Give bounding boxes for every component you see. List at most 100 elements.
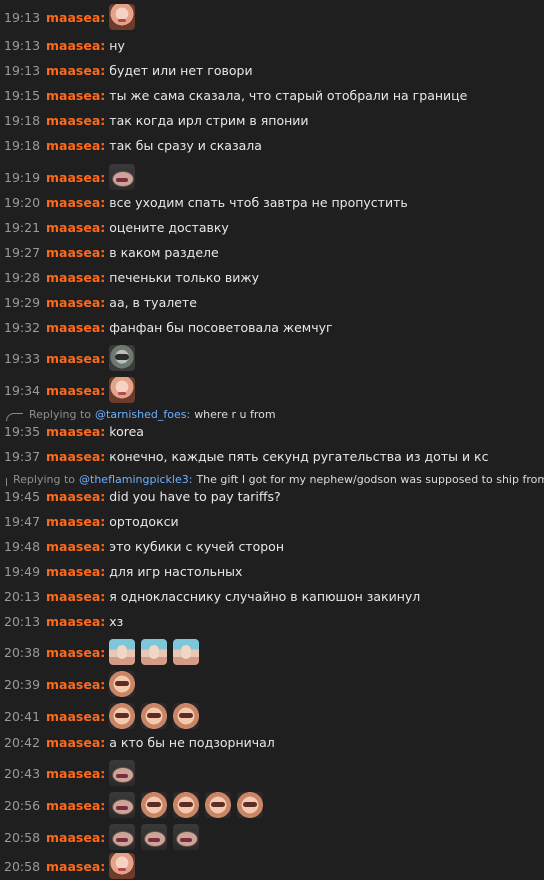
message-text: печеньки только вижу <box>109 269 260 285</box>
chat-message: 20:58 maasea: <box>0 852 544 880</box>
username[interactable]: maasea <box>46 170 100 185</box>
reply-context[interactable]: Replying to @theflamingpickle3: The gift I… <box>0 472 544 486</box>
username[interactable]: maasea <box>46 63 100 78</box>
username-colon: : <box>100 37 106 53</box>
frog-emote-icon[interactable] <box>173 824 200 850</box>
username[interactable]: maasea <box>46 270 100 285</box>
username[interactable]: maasea <box>46 383 100 398</box>
username[interactable]: maasea <box>46 614 100 629</box>
hands-emote-icon[interactable] <box>237 792 264 818</box>
message-timestamp: 19:37 <box>4 448 41 464</box>
username[interactable]: maasea <box>46 489 100 504</box>
message-text: будет или нет говори <box>109 62 253 78</box>
username[interactable]: maasea <box>46 113 100 128</box>
frog-emote-icon[interactable] <box>109 792 136 818</box>
message-timestamp: 19:18 <box>4 112 41 128</box>
hands-emote-icon[interactable] <box>173 792 200 818</box>
chat-message: 19:32 maasea: фанфан бы посоветовала жемчу… <box>0 318 544 336</box>
username-colon: : <box>100 294 106 310</box>
username[interactable]: maasea <box>46 830 100 845</box>
message-timestamp: 20:56 <box>4 797 41 813</box>
face-emote-icon[interactable] <box>109 377 136 403</box>
message-text: korea <box>109 423 144 439</box>
username[interactable]: maasea <box>46 766 100 781</box>
frog-emote-icon[interactable] <box>109 824 136 850</box>
username[interactable]: maasea <box>46 859 100 874</box>
username[interactable]: maasea <box>46 351 100 366</box>
message-timestamp: 19:15 <box>4 87 41 103</box>
username[interactable]: maasea <box>46 38 100 53</box>
portrait-emote-icon[interactable] <box>141 639 168 665</box>
message-text: это кубики с кучей сторон <box>109 538 284 554</box>
chat-message: 20:58 maasea: <box>0 823 544 851</box>
chat-log: 19:13 maasea:19:13 maasea: ну 19:13 maasea: бу… <box>0 0 544 880</box>
message-timestamp: 19:49 <box>4 563 41 579</box>
username-colon: : <box>100 137 106 153</box>
portrait-emote-icon[interactable] <box>173 639 200 665</box>
chat-message: 19:21 maasea: оцените доставку <box>0 218 544 236</box>
username-colon: : <box>100 708 106 724</box>
message-timestamp: 19:21 <box>4 219 41 235</box>
username-colon: : <box>100 613 106 629</box>
chat-message: 19:13 maasea: ну <box>0 36 544 54</box>
message-timestamp: 19:33 <box>4 350 41 366</box>
message-text: оцените доставку <box>109 219 229 235</box>
username[interactable]: maasea <box>46 245 100 260</box>
hands-emote-icon[interactable] <box>109 703 136 729</box>
username-colon: : <box>100 734 106 750</box>
frog-emote-icon[interactable] <box>109 760 136 786</box>
hands-emote-icon[interactable] <box>109 671 136 697</box>
chat-message: 19:45 maasea: did you have to pay tariffs? <box>0 487 544 505</box>
reply-mention[interactable]: @tarnished_foes: <box>95 408 190 421</box>
username[interactable]: maasea <box>46 195 100 210</box>
alien-emote-icon[interactable] <box>109 345 136 371</box>
frog-emote-icon[interactable] <box>109 164 136 190</box>
username[interactable]: maasea <box>46 295 100 310</box>
username[interactable]: maasea <box>46 138 100 153</box>
username[interactable]: maasea <box>46 10 100 25</box>
hands-emote-icon[interactable] <box>141 703 168 729</box>
username[interactable]: maasea <box>46 677 100 692</box>
username[interactable]: maasea <box>46 564 100 579</box>
message-timestamp: 19:27 <box>4 244 41 260</box>
message-text: конечно, каждые пять секунд ругательства… <box>109 448 489 464</box>
username[interactable]: maasea <box>46 539 100 554</box>
message-text: did you have to pay tariffs? <box>109 488 281 504</box>
hands-emote-icon[interactable] <box>205 792 232 818</box>
reply-mention[interactable]: @theflamingpickle3: <box>79 473 192 486</box>
username-colon: : <box>100 765 106 781</box>
username[interactable]: maasea <box>46 320 100 335</box>
username[interactable]: maasea <box>46 798 100 813</box>
hands-emote-icon[interactable] <box>141 792 168 818</box>
reply-arrow-icon <box>6 412 23 421</box>
username[interactable]: maasea <box>46 88 100 103</box>
face-emote-icon[interactable] <box>109 853 136 879</box>
username[interactable]: maasea <box>46 735 100 750</box>
message-timestamp: 20:58 <box>4 858 41 874</box>
message-text: ортодокси <box>109 513 179 529</box>
chat-message: 20:56 maasea: <box>0 791 544 819</box>
username[interactable]: maasea <box>46 589 100 604</box>
chat-message: 19:13 maasea: <box>0 3 544 31</box>
username-colon: : <box>100 319 106 335</box>
chat-message: 19:29 maasea: аа, в туалете <box>0 293 544 311</box>
username[interactable]: maasea <box>46 449 100 464</box>
username[interactable]: maasea <box>46 424 100 439</box>
reply-context[interactable]: Replying to @tarnished_foes: where r u fro… <box>0 407 544 421</box>
username-colon: : <box>100 488 106 504</box>
message-text: хз <box>109 613 124 629</box>
face-emote-icon[interactable] <box>109 4 136 30</box>
username[interactable]: maasea <box>46 709 100 724</box>
message-timestamp: 20:41 <box>4 708 41 724</box>
chat-message: 19:48 maasea: это кубики с кучей сторон <box>0 537 544 555</box>
message-timestamp: 19:28 <box>4 269 41 285</box>
username[interactable]: maasea <box>46 220 100 235</box>
username[interactable]: maasea <box>46 645 100 660</box>
message-text: ты же сама сказала, что старый отобрали … <box>109 87 468 103</box>
hands-emote-icon[interactable] <box>173 703 200 729</box>
message-timestamp: 19:13 <box>4 9 41 25</box>
username[interactable]: maasea <box>46 514 100 529</box>
message-timestamp: 20:43 <box>4 765 41 781</box>
frog-emote-icon[interactable] <box>141 824 168 850</box>
portrait-emote-icon[interactable] <box>109 639 136 665</box>
